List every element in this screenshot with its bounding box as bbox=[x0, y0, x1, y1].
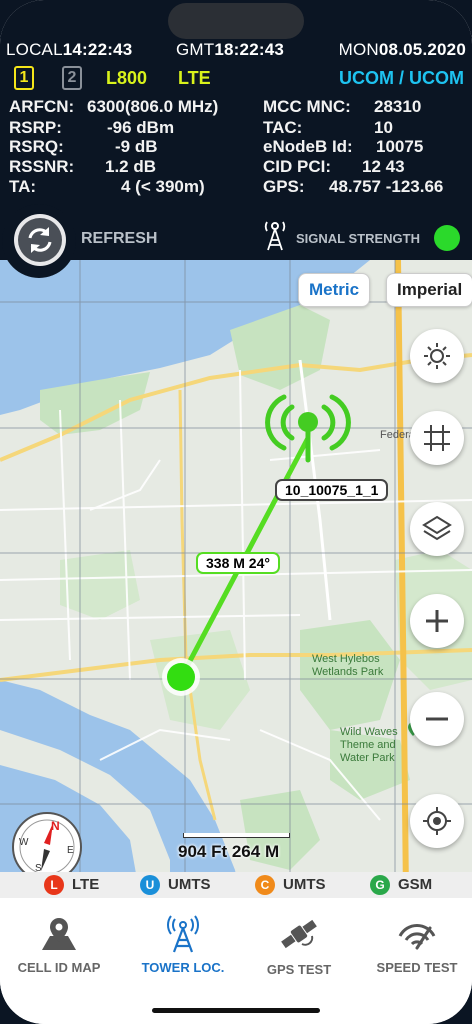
rssnr-label: RSSNR: bbox=[9, 157, 75, 176]
grid-icon bbox=[424, 425, 450, 451]
tower-map[interactable]: West Hylebos Wetlands Park Wild Waves Th… bbox=[0, 260, 472, 896]
gps-value: 48.757 -123.66 bbox=[329, 177, 444, 196]
metric-button[interactable]: Metric bbox=[298, 273, 371, 307]
distance-label: 338 M 24° bbox=[196, 552, 280, 574]
minus-icon bbox=[426, 717, 448, 721]
speedometer-icon bbox=[398, 923, 436, 950]
band-label: L800 bbox=[106, 68, 148, 88]
lte-dot-icon: L bbox=[44, 875, 64, 895]
tech-label: LTE bbox=[178, 68, 211, 88]
legend-gsm: G GSM bbox=[370, 875, 433, 895]
rsrq-value: -9 dB bbox=[115, 137, 158, 156]
legend-gsm-label: GSM bbox=[398, 876, 433, 893]
tab-gps-test[interactable]: GPS TEST bbox=[240, 898, 358, 988]
tower-icon bbox=[167, 915, 199, 953]
gmt-time: GMT18:22:43 bbox=[176, 40, 285, 59]
mcc-mnc-label: MCC MNC: bbox=[263, 97, 351, 116]
scale-label: 904 Ft 264 M bbox=[178, 842, 280, 861]
legend-umts-c-label: UMTS bbox=[283, 876, 326, 893]
rsrp-label: RSRP: bbox=[9, 118, 62, 137]
wetlands-park-label: West Hylebos Wetlands Park bbox=[312, 653, 384, 678]
compass-e: E bbox=[67, 845, 74, 856]
satellite-icon bbox=[281, 919, 317, 949]
app-screen: LOCAL14:22:43 GMT18:22:43 MON08.05.2020 … bbox=[0, 0, 472, 1024]
ta-value: 4 (< 390m) bbox=[121, 177, 205, 196]
refresh-label[interactable]: REFRESH bbox=[81, 230, 157, 248]
tac-value: 10 bbox=[374, 118, 393, 137]
legend-lte-label: LTE bbox=[72, 876, 100, 893]
tac-label: TAC: bbox=[263, 118, 303, 137]
tab-cell-id-map-label: CELL ID MAP bbox=[17, 960, 101, 975]
crosshair-icon bbox=[423, 807, 451, 835]
compass-n: N bbox=[51, 819, 60, 833]
legend-umts-label: UMTS bbox=[168, 876, 211, 893]
zoom-in-button[interactable] bbox=[410, 594, 464, 648]
local-time: LOCAL14:22:43 bbox=[6, 40, 133, 59]
imperial-button[interactable]: Imperial bbox=[386, 273, 472, 307]
refresh-button[interactable] bbox=[2, 204, 76, 278]
legend-umts-u: U UMTS bbox=[140, 875, 211, 895]
tab-speed-test-label: SPEED TEST bbox=[376, 960, 458, 975]
my-location-button[interactable] bbox=[410, 794, 464, 848]
umts-dot-icon: U bbox=[140, 875, 160, 895]
tab-bar: CELL ID MAP TOWER LOC. GPS TEST SPEED TE… bbox=[0, 898, 472, 1024]
layers-icon bbox=[422, 515, 452, 541]
arfcn-value: 6300(806.0 MHz) bbox=[87, 97, 219, 116]
arfcn-label: ARFCN: bbox=[9, 97, 75, 116]
water-park-label: Wild Waves Theme and Water Park bbox=[340, 726, 398, 764]
signal-strength-indicator bbox=[434, 225, 460, 251]
tab-cell-id-map[interactable]: CELL ID MAP bbox=[0, 898, 118, 988]
sun-icon bbox=[424, 343, 450, 369]
cid-pci-label: CID PCI: bbox=[263, 157, 331, 176]
legend-lte: L LTE bbox=[44, 875, 100, 895]
zoom-out-button[interactable] bbox=[410, 692, 464, 746]
plus-icon bbox=[426, 610, 448, 632]
grid-toggle-button[interactable] bbox=[410, 411, 464, 465]
legend-umts-c: C UMTS bbox=[255, 875, 326, 895]
home-indicator bbox=[152, 1008, 320, 1013]
rssnr-value: 1.2 dB bbox=[105, 157, 157, 176]
ta-label: TA: bbox=[9, 177, 37, 196]
scale-bar bbox=[183, 833, 290, 838]
tab-speed-test[interactable]: SPEED TEST bbox=[358, 898, 472, 988]
rsrp-value: -96 dBm bbox=[107, 118, 175, 137]
tab-tower-loc-label: TOWER LOC. bbox=[141, 960, 225, 975]
rsrq-label: RSRQ: bbox=[9, 137, 64, 156]
layers-button[interactable] bbox=[410, 502, 464, 556]
brightness-button[interactable] bbox=[410, 329, 464, 383]
signal-strength-label: SIGNAL STRENGTH bbox=[296, 231, 420, 246]
tab-gps-test-label: GPS TEST bbox=[266, 962, 332, 977]
refresh-icon bbox=[18, 218, 62, 262]
map-pin-icon bbox=[42, 918, 76, 950]
sim-1-button[interactable]: 1 bbox=[14, 66, 34, 90]
date: MON08.05.2020 bbox=[338, 40, 466, 59]
enodeb-value: 10075 bbox=[376, 137, 424, 156]
tab-tower-loc[interactable]: TOWER LOC. bbox=[124, 898, 242, 988]
technology-legend: L LTE U UMTS C UMTS G GSM bbox=[0, 872, 472, 898]
cid-pci-value: 12 43 bbox=[362, 157, 405, 176]
gsm-dot-icon: G bbox=[370, 875, 390, 895]
tower-id-label: 10_10075_1_1 bbox=[275, 479, 389, 501]
refresh-button-face bbox=[14, 214, 66, 266]
gps-label: GPS: bbox=[263, 177, 305, 196]
cdma-dot-icon: C bbox=[255, 875, 275, 895]
sim-2-button[interactable]: 2 bbox=[62, 66, 82, 90]
map-tiles bbox=[0, 260, 472, 896]
antenna-icon bbox=[264, 221, 286, 251]
mcc-mnc-value: 28310 bbox=[374, 97, 422, 116]
camera-notch bbox=[168, 3, 304, 39]
enodeb-label: eNodeB Id: bbox=[263, 137, 353, 156]
cell-info-header: LOCAL14:22:43 GMT18:22:43 MON08.05.2020 … bbox=[0, 0, 472, 260]
operator-label: UCOM / UCOM bbox=[339, 68, 464, 88]
compass-w: W bbox=[19, 837, 29, 848]
